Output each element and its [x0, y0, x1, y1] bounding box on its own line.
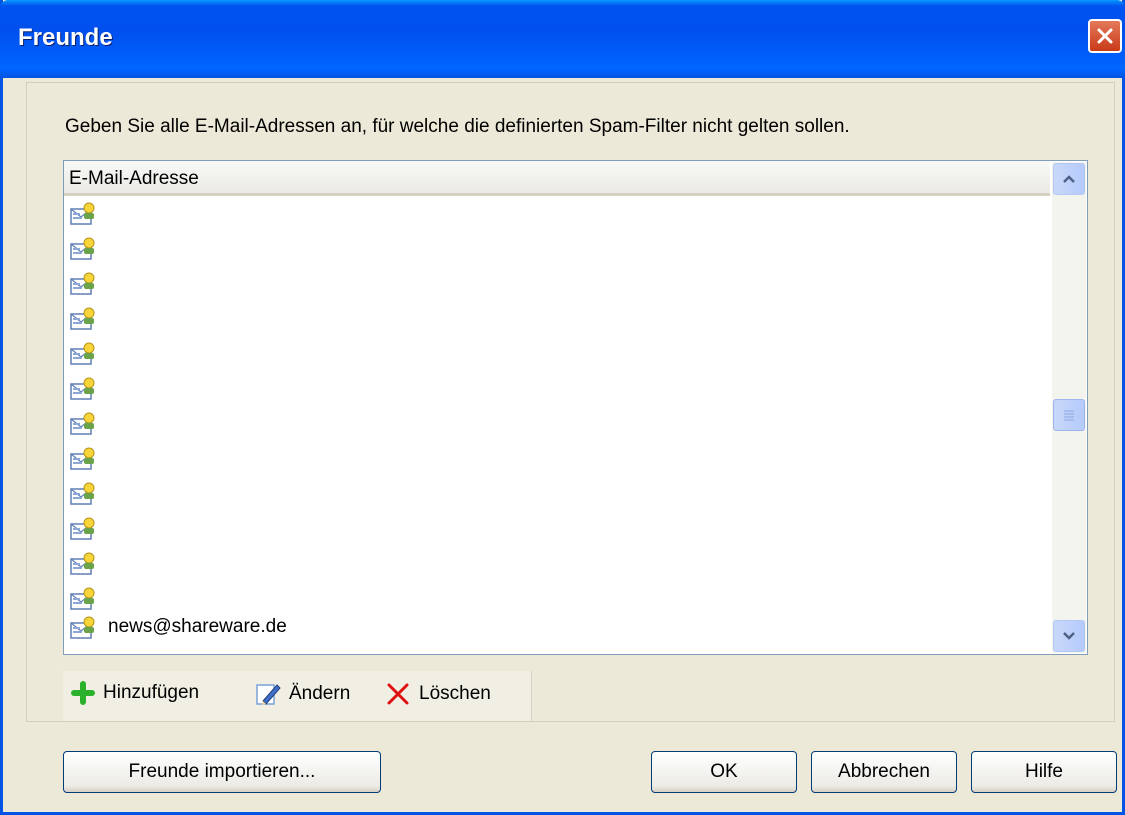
chevron-down-icon [1063, 632, 1075, 640]
delete-label: Löschen [419, 683, 491, 704]
chevron-up-icon [1063, 175, 1075, 183]
x-icon [387, 683, 409, 705]
mail-contact-icon [70, 237, 96, 261]
list-item[interactable] [64, 441, 1050, 476]
edit-button[interactable]: Ändern [255, 681, 350, 707]
list-item[interactable] [64, 406, 1050, 441]
mail-contact-icon [70, 412, 96, 436]
list-toolbar: Hinzufügen Ändern Löschen [63, 671, 532, 721]
list-item[interactable] [64, 266, 1050, 301]
pencil-icon [256, 684, 281, 705]
mail-contact-icon [70, 377, 96, 401]
plus-icon [71, 681, 95, 705]
delete-button[interactable]: Löschen [385, 681, 491, 707]
list-item[interactable] [64, 231, 1050, 266]
window-title: Freunde [18, 24, 113, 51]
email-address: news@shareware.de [108, 616, 287, 637]
instruction-text: Geben Sie alle E-Mail-Adressen an, für w… [65, 116, 850, 137]
mail-contact-icon [70, 202, 96, 226]
mail-contact-icon [70, 517, 96, 541]
list-item[interactable]: news@shareware.de [64, 616, 1050, 639]
close-icon [1097, 28, 1113, 44]
mail-contact-icon [70, 587, 96, 611]
list-item[interactable] [64, 336, 1050, 371]
mail-contact-icon [70, 342, 96, 366]
list-item[interactable] [64, 581, 1050, 616]
friends-dialog: Freunde Geben Sie alle E-Mail-Adressen a… [0, 0, 1125, 815]
mail-contact-icon [70, 272, 96, 296]
list-item[interactable] [64, 371, 1050, 406]
list-item[interactable] [64, 546, 1050, 581]
scroll-thumb[interactable] [1053, 399, 1085, 431]
add-button[interactable]: Hinzufügen [71, 681, 199, 705]
vertical-scrollbar[interactable] [1052, 162, 1086, 653]
list-item[interactable] [64, 196, 1050, 231]
add-label: Hinzufügen [103, 682, 200, 703]
title-bar[interactable]: Freunde [0, 0, 1125, 78]
ok-button[interactable]: OK [651, 751, 797, 793]
list-item[interactable] [64, 301, 1050, 336]
cancel-button[interactable]: Abbrechen [811, 751, 957, 793]
list-item[interactable] [64, 476, 1050, 511]
mail-contact-icon [70, 447, 96, 471]
column-header-email[interactable]: E-Mail-Adresse [64, 161, 1050, 196]
help-button[interactable]: Hilfe [971, 751, 1117, 793]
mail-contact-icon [70, 482, 96, 506]
mail-contact-icon [70, 616, 96, 640]
email-list[interactable]: E-Mail-Adresse news@shareware.de [63, 160, 1088, 655]
import-friends-button[interactable]: Freunde importieren... [63, 751, 381, 793]
mail-contact-icon [70, 307, 96, 331]
list-rows: news@shareware.de [64, 196, 1050, 639]
scroll-down-button[interactable] [1053, 620, 1085, 652]
edit-label: Ändern [289, 683, 351, 704]
scroll-up-button[interactable] [1053, 163, 1085, 195]
grip-icon [1064, 410, 1074, 421]
mail-contact-icon [70, 552, 96, 576]
close-button[interactable] [1088, 19, 1122, 53]
list-item[interactable] [64, 511, 1050, 546]
